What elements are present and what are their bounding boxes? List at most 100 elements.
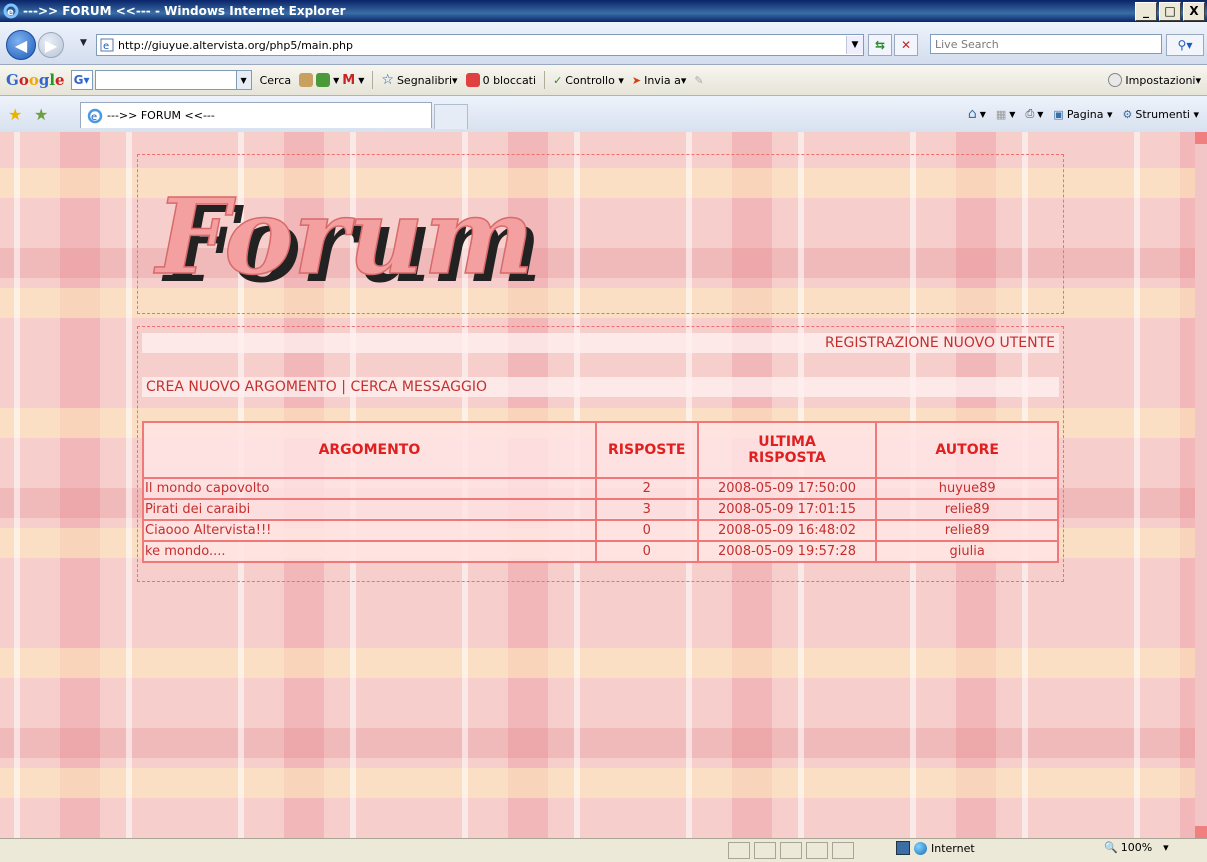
status-bar: Internet 🔍 100% ▾ [0,838,1207,862]
gmail-icon[interactable]: M [342,73,355,88]
google-search-dropdown-icon[interactable]: ▼ [235,70,252,90]
dropdown-icon: ▼ [1037,109,1044,119]
favorites-star-icon[interactable]: ★ [8,105,22,124]
replies-cell: 0 [594,519,699,542]
popup-blocked-icon [465,73,480,87]
toolbar-separator [372,71,374,89]
table-row[interactable]: Il mondo capovolto 2 2008-05-09 17:50:00… [142,477,1059,500]
star-icon: ☆ [381,72,394,88]
replies-cell: 2 [594,477,699,500]
google-search-input[interactable] [94,70,237,90]
status-panel [728,842,750,859]
search-icon: ⚲ [1177,38,1187,52]
send-to-button[interactable]: ➤ Invia a▾ [632,74,687,87]
register-link[interactable]: REGISTRAZIONE NUOVO UTENTE [825,335,1055,351]
popup-blocker-button[interactable]: 0 bloccati [465,73,536,87]
history-dropdown-icon[interactable]: ▼ [80,38,87,48]
google-logo-letter: g [38,71,50,89]
topic-cell[interactable]: Il mondo capovolto [142,477,597,500]
news-icon[interactable] [299,73,314,87]
table-row[interactable]: Ciaooo Altervista!!! 0 2008-05-09 16:48:… [142,519,1059,542]
zoom-control[interactable]: 🔍 100% ▾ [1104,841,1169,854]
stop-icon: ✕ [900,38,912,52]
forum-menu: CREA NUOVO ARGOMENTO | CERCA MESSAGGIO [142,377,1059,397]
google-logo-letter: o [18,71,29,89]
google-logo-letter: e [55,71,65,89]
col-replies: RISPOSTE [594,421,699,479]
puzzle-icon[interactable] [316,73,331,87]
vertical-scrollbar[interactable] [1195,132,1207,838]
dropdown-icon: ▼ [1009,109,1016,119]
page-content: Forum Forum REGISTRAZIONE NUOVO UTENTE C… [0,132,1195,838]
col-topic: ARGOMENTO [142,421,597,479]
close-button[interactable]: X [1183,1,1205,21]
topics-table: ARGOMENTO RISPOSTE ULTIMA RISPOSTA AUTORE… [142,421,1059,563]
dropdown-icon: ▼ [979,109,986,119]
globe-icon [914,841,927,855]
gear-icon: ⚙ [1122,107,1133,121]
table-row[interactable]: ke mondo.... 0 2008-05-09 19:57:28 giuli… [142,540,1059,563]
google-logo-letter: o [28,71,39,89]
add-favorites-icon[interactable]: ★ [34,105,48,124]
maximize-button[interactable]: □ [1159,1,1181,21]
status-panel [780,842,802,859]
url-input[interactable]: e http://giuyue.altervista.org/php5/main… [96,34,864,56]
security-zone[interactable]: Internet [896,841,975,855]
new-topic-link[interactable]: CREA NUOVO ARGOMENTO [146,379,337,395]
refresh-button[interactable]: ⇆ [868,34,892,56]
status-panel [806,842,828,859]
scroll-up-icon[interactable] [1195,132,1207,144]
author-cell: huyue89 [875,477,1059,500]
live-search-input[interactable]: Live Search [930,34,1162,54]
scroll-down-icon[interactable] [1195,826,1207,838]
dropdown-icon[interactable]: ▼ [358,76,364,85]
google-menu-button[interactable]: G▾ [70,70,93,90]
table-header-row: ARGOMENTO RISPOSTE ULTIMA RISPOSTA AUTORE [142,421,1059,479]
table-row[interactable]: Pirati dei caraibi 3 2008-05-09 17:01:15… [142,498,1059,521]
topic-cell[interactable]: Pirati dei caraibi [142,498,597,521]
status-panel [754,842,776,859]
settings-button[interactable]: Impostazioni▾ [1108,73,1201,87]
back-arrow-icon: ◀ [14,35,28,55]
page-menu-button[interactable]: ▣ Pagina ▾ [1053,108,1112,121]
minimize-button[interactable]: _ [1135,1,1157,21]
forum-main: REGISTRAZIONE NUOVO UTENTE CREA NUOVO AR… [137,326,1064,582]
tools-menu-label: Strumenti ▾ [1135,107,1199,121]
zoom-icon: 🔍 [1104,841,1118,854]
url-text[interactable]: http://giuyue.altervista.org/php5/main.p… [118,39,846,52]
search-button[interactable]: ⚲ ▼ [1166,34,1204,56]
google-search-label: Cerca [259,73,292,87]
tools-menu-button[interactable]: ⚙ Strumenti ▾ [1122,108,1199,121]
bookmarks-button[interactable]: ☆ Segnalibri▾ [381,72,457,88]
page-menu-icon: ▣ [1053,107,1064,121]
author-cell: relie89 [875,498,1059,521]
forum-logo-text: Forum [153,177,534,297]
tab-forum[interactable]: e --->> FORUM <<--- [80,102,432,128]
topic-cell[interactable]: ke mondo.... [142,540,597,563]
spellcheck-button[interactable]: ✓ Controllo ▾ [553,74,624,87]
home-button[interactable]: ⌂ ▼ [968,106,986,122]
bookmarks-label: Segnalibri▾ [396,73,458,87]
tab-label: --->> FORUM <<--- [107,109,215,122]
forward-button[interactable]: ▶ [38,32,64,58]
last-reply-cell: 2008-05-09 17:50:00 [696,477,878,500]
settings-icon [1108,73,1123,87]
print-button[interactable]: ⎙ ▼ [1025,107,1043,121]
stop-button[interactable]: ✕ [894,34,918,56]
topic-cell[interactable]: Ciaooo Altervista!!! [142,519,597,542]
google-search-button[interactable]: Cerca [260,74,292,87]
toolbar-separator [544,71,546,89]
feeds-button[interactable]: ▦ ▼ [996,108,1016,121]
url-dropdown-icon[interactable]: ▼ [846,36,863,54]
command-bar: ⌂ ▼ ▦ ▼ ⎙ ▼ ▣ Pagina ▾ ⚙ Strumenti ▾ [968,106,1199,122]
back-button[interactable]: ◀ [6,30,36,60]
toolbar-icons-group[interactable]: ▼ M ▼ [299,73,364,88]
search-message-link[interactable]: CERCA MESSAGGIO [350,379,487,395]
dropdown-icon[interactable]: ▼ [333,76,339,85]
address-bar: ◀ ▶ ▼ e http://giuyue.altervista.org/php… [0,22,1207,65]
new-tab-button[interactable] [434,104,468,129]
zoom-dropdown-icon[interactable]: ▾ [1163,841,1169,854]
google-logo-letter: G [6,71,19,89]
pencil-icon[interactable]: ✎ [694,74,703,87]
last-reply-cell: 2008-05-09 16:48:02 [696,519,878,542]
